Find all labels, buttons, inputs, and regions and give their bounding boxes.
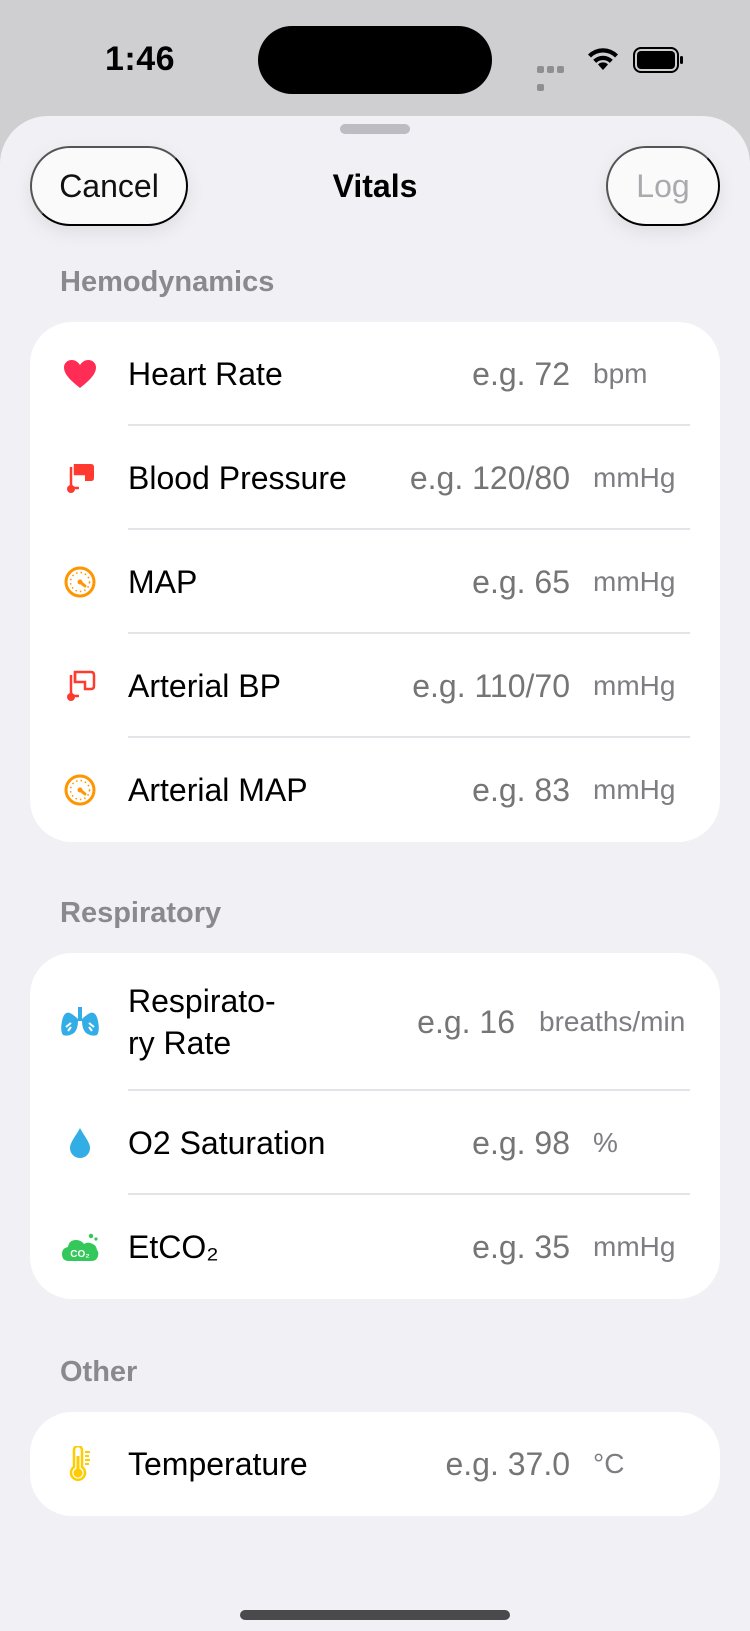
vital-row-temperature[interactable]: Temperature °C <box>30 1412 720 1516</box>
status-time: 1:46 <box>105 40 176 78</box>
sheet-grabber[interactable] <box>340 124 410 134</box>
vital-label-line-2: ry Rate <box>128 1025 232 1061</box>
co2-icon-text: CO₂ <box>70 1249 89 1260</box>
co2-cloud-icon: CO₂ <box>60 1227 100 1267</box>
vital-label: O2 Saturation <box>128 1125 326 1161</box>
etco2-input[interactable] <box>350 1228 570 1266</box>
vital-label: EtCO₂ <box>128 1229 219 1265</box>
other-card: Temperature °C <box>30 1412 720 1516</box>
status-bar: 1:46 <box>0 0 750 120</box>
heart-icon <box>60 354 100 394</box>
section-header-other: Other <box>60 1356 138 1388</box>
vital-unit: mmHg <box>593 566 676 597</box>
vital-unit: mmHg <box>593 1231 676 1262</box>
vital-row-arterial-map[interactable]: Arterial MAP mmHg <box>30 738 720 842</box>
vital-label-line-1: Respirato- <box>128 983 276 1019</box>
vital-label: Blood Pressure <box>128 460 347 496</box>
thermometer-icon <box>60 1444 100 1484</box>
vital-row-heart-rate[interactable]: Heart Rate bpm <box>30 322 720 426</box>
vital-unit: % <box>593 1127 618 1158</box>
hemodynamics-card: Heart Rate bpm Blood Pressure mmHg <box>30 322 720 842</box>
vital-label: Temperature <box>128 1446 308 1482</box>
vital-label: Arterial BP <box>128 668 281 704</box>
vital-row-etco2[interactable]: CO₂ EtCO₂ mmHg <box>30 1195 720 1299</box>
blood-pressure-cuff-outline-icon <box>60 666 100 706</box>
vital-row-blood-pressure[interactable]: Blood Pressure mmHg <box>30 426 720 530</box>
arterial-map-input[interactable] <box>350 771 570 809</box>
heart-rate-input[interactable] <box>350 355 570 393</box>
vital-unit: mmHg <box>593 462 676 493</box>
arterial-bp-input[interactable] <box>350 667 570 705</box>
respiratory-rate-input[interactable] <box>295 1003 515 1041</box>
vital-unit: bpm <box>593 358 648 389</box>
gauge-icon <box>60 770 100 810</box>
map-input[interactable] <box>350 563 570 601</box>
dynamic-island <box>258 26 492 94</box>
battery-icon <box>633 47 683 73</box>
vital-unit: mmHg <box>593 670 676 701</box>
vital-label: MAP <box>128 564 198 600</box>
wifi-icon <box>588 48 618 70</box>
vital-row-arterial-bp[interactable]: Arterial BP mmHg <box>30 634 720 738</box>
vital-row-o2-saturation[interactable]: O2 Saturation % <box>30 1091 720 1195</box>
lungs-icon <box>60 1002 100 1042</box>
temperature-input[interactable] <box>350 1445 570 1483</box>
log-button[interactable]: Log <box>606 146 720 226</box>
blood-pressure-input[interactable] <box>350 459 570 497</box>
vital-row-respiratory-rate[interactable]: Respirato- ry Rate breaths/min <box>30 953 720 1091</box>
vital-unit: °C <box>593 1448 625 1479</box>
cellular-signal-icon <box>537 60 575 91</box>
drop-icon <box>60 1123 100 1163</box>
vital-unit: breaths/min <box>539 1006 686 1037</box>
section-header-respiratory: Respiratory <box>60 897 222 929</box>
section-header-hemodynamics: Hemodynamics <box>60 266 275 298</box>
vital-row-map[interactable]: MAP mmHg <box>30 530 720 634</box>
blood-pressure-cuff-icon <box>60 458 100 498</box>
home-indicator[interactable] <box>240 1610 510 1620</box>
o2-saturation-input[interactable] <box>350 1124 570 1162</box>
vital-unit: mmHg <box>593 774 676 805</box>
respiratory-card: Respirato- ry Rate breaths/min O2 Satura… <box>30 953 720 1299</box>
vital-label: Heart Rate <box>128 356 283 392</box>
vital-label: Arterial MAP <box>128 772 308 808</box>
gauge-icon <box>60 562 100 602</box>
vitals-sheet: Cancel Vitals Log Hemodynamics Heart Rat… <box>0 116 750 1631</box>
vital-label: Respirato- ry Rate <box>128 980 276 1064</box>
